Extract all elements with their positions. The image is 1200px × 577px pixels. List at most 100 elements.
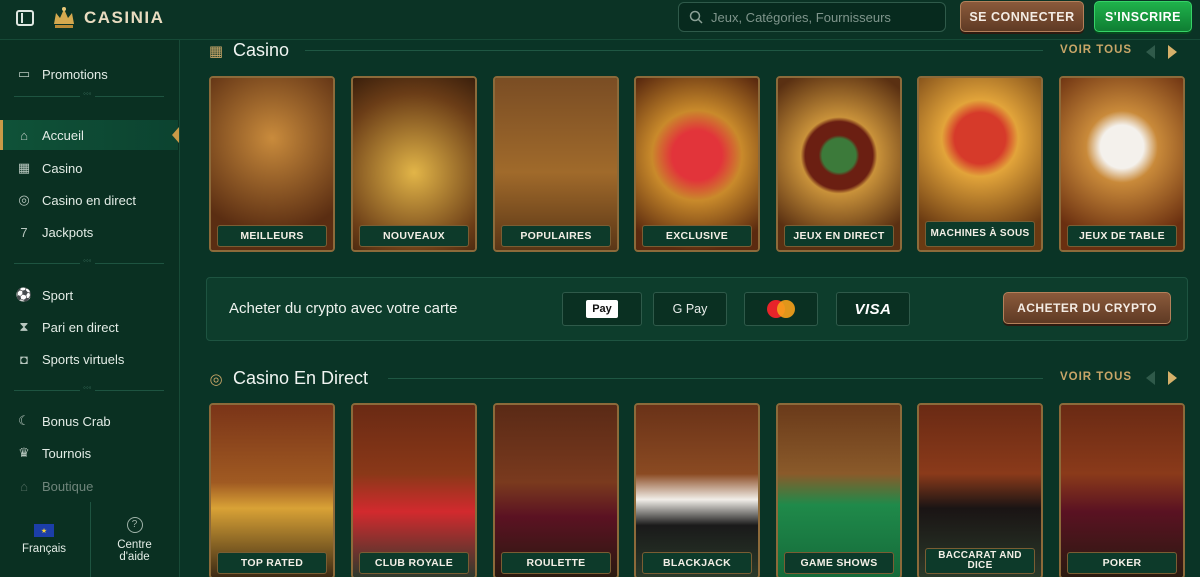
crypto-banner: Acheter du crypto avec votre carte Pay G… [206, 277, 1188, 341]
sidebar-item-bonus-crab[interactable]: ☾ Bonus Crab [0, 406, 178, 436]
sidebar-divider [14, 256, 164, 265]
sidebar-item-sport[interactable]: ⚽ Sport [0, 280, 178, 310]
live-casino-section-title: ◎ Casino En Direct [207, 368, 368, 389]
sidebar-item-jackpots[interactable]: 7 Jackpots [0, 217, 178, 247]
visa-option[interactable]: VISA [836, 292, 910, 326]
soccer-ball-icon: ⚽ [15, 287, 33, 302]
sidebar-item-label: Tournois [42, 445, 92, 461]
search-icon [689, 10, 703, 24]
language-selector[interactable]: ★ Français [0, 502, 88, 577]
sidebar-item-casino[interactable]: ▦ Casino [0, 153, 178, 183]
sidebar-item-label: Sports virtuels [42, 351, 125, 367]
live-card-game-shows[interactable]: GAME SHOWS [776, 403, 902, 577]
google-pay-option[interactable]: G Pay [653, 292, 727, 326]
card-label: BACCARAT AND DICE [925, 548, 1035, 574]
chip-icon: ◎ [209, 370, 223, 388]
sidebar-item-label: Pari en direct [42, 319, 119, 335]
live-card-roulette[interactable]: ROULETTE [493, 403, 619, 577]
sidebar-item-label: Boutique [42, 478, 94, 494]
google-pay-label: G Pay [672, 302, 708, 316]
shop-icon: ⌂ [20, 478, 28, 494]
ticket-icon: ▭ [17, 66, 31, 81]
chip-icon: ◎ [18, 192, 30, 207]
crown-logo-icon [54, 7, 74, 28]
sidebar-item-label: Accueil [42, 127, 84, 143]
casino-card-meilleurs[interactable]: MEILLEURS [209, 76, 335, 252]
apple-pay-option[interactable]: Pay [562, 292, 642, 326]
buy-crypto-button[interactable]: ACHETER DU CRYPTO [1003, 292, 1171, 324]
live-card-blackjack[interactable]: BLACKJACK [634, 403, 760, 577]
card-label: JEUX DE TABLE [1067, 225, 1177, 247]
live-card-club-royale[interactable]: CLUB ROYALE [351, 403, 477, 577]
sidebar-item-sports-virtuels[interactable]: ◘ Sports virtuels [0, 344, 178, 374]
section-divider [305, 50, 1043, 51]
help-center-link[interactable]: ? Centre d'aide [90, 502, 178, 577]
sidebar-item-label: Jackpots [42, 224, 94, 240]
section-title-text: Casino En Direct [233, 368, 369, 388]
casino-see-all-link[interactable]: VOIR TOUS [1060, 44, 1132, 56]
sidebar-footer: ★ Français ? Centre d'aide [0, 502, 178, 577]
help-icon: ? [126, 516, 143, 533]
mastercard-option[interactable] [744, 292, 818, 326]
casino-card-exclusive[interactable]: EXCLUSIVE [634, 76, 760, 252]
casino-icon: ▦ [208, 42, 224, 60]
casino-section-title: ▦ Casino [207, 40, 289, 61]
live-bet-icon: ⧗ [19, 319, 29, 334]
login-button[interactable]: SE CONNECTER [960, 1, 1084, 32]
casino-prev-icon[interactable] [1146, 45, 1155, 59]
sidebar-divider [14, 89, 164, 98]
card-label: NOUVEAUX [359, 225, 469, 247]
sidebar-item-pari-en-direct[interactable]: ⧗ Pari en direct [0, 312, 178, 342]
search-input[interactable] [711, 9, 931, 25]
card-label: TOP RATED [217, 552, 327, 574]
eu-flag-icon: ★ [34, 524, 54, 537]
sidebar-toggle-icon[interactable] [16, 10, 34, 26]
live-next-icon[interactable] [1168, 371, 1177, 385]
card-label: MEILLEURS [217, 225, 327, 247]
home-icon: ⌂ [20, 127, 28, 143]
language-label: Français [21, 543, 67, 555]
sidebar-item-label: Bonus Crab [42, 413, 111, 429]
card-label: EXCLUSIVE [642, 225, 752, 247]
card-label: JEUX EN DIRECT [784, 225, 894, 247]
section-title-text: Casino [233, 40, 290, 60]
search-bar[interactable] [678, 2, 946, 32]
sidebar-item-casino-en-direct[interactable]: ◎ Casino en direct [0, 185, 178, 215]
live-card-poker[interactable]: POKER [1059, 403, 1185, 577]
card-label: CLUB ROYALE [359, 552, 469, 574]
crab-icon: ☾ [18, 413, 30, 428]
sidebar-item-label: Sport [42, 287, 74, 303]
card-label: MACHINES À SOUS [925, 221, 1035, 247]
apple-pay-label: Pay [592, 303, 612, 315]
sidebar-item-label: Promotions [42, 66, 108, 82]
casinia-logo[interactable]: CASINIA [50, 4, 164, 32]
casino-card-jeux-de-table[interactable]: JEUX DE TABLE [1059, 76, 1185, 252]
card-label: ROULETTE [501, 552, 611, 574]
help-label: Centre d'aide [117, 538, 152, 563]
sidebar: ▭ Promotions ⌂ Accueil ▦ Casino ◎ Casino… [0, 40, 180, 577]
live-card-baccarat-and-dice[interactable]: BACCARAT AND DICE [917, 403, 1043, 577]
sidebar-item-label: Casino en direct [42, 192, 136, 208]
crypto-banner-text: Acheter du crypto avec votre carte [229, 300, 458, 317]
casino-card-populaires[interactable]: POPULAIRES [493, 76, 619, 252]
sidebar-item-accueil[interactable]: ⌂ Accueil [0, 120, 179, 150]
live-card-top-rated[interactable]: TOP RATED [209, 403, 335, 577]
casino-card-jeux-en-direct[interactable]: JEUX EN DIRECT [776, 76, 902, 252]
card-label: POPULAIRES [501, 225, 611, 247]
sidebar-item-promotions[interactable]: ▭ Promotions [0, 59, 178, 89]
casino-next-icon[interactable] [1168, 45, 1177, 59]
live-see-all-link[interactable]: VOIR TOUS [1060, 371, 1132, 383]
casino-card-nouveaux[interactable]: NOUVEAUX [351, 76, 477, 252]
casino-card-machines-a-sous[interactable]: MACHINES À SOUS [917, 76, 1043, 252]
section-divider [388, 378, 1043, 379]
gamepad-icon: ◘ [20, 351, 28, 367]
apple-pay-icon: Pay [586, 300, 618, 318]
mastercard-icon [767, 300, 795, 318]
sidebar-item-tournois[interactable]: ♛ Tournois [0, 438, 178, 468]
visa-label: VISA [854, 300, 892, 318]
sidebar-item-boutique[interactable]: ⌂ Boutique [0, 471, 178, 501]
live-prev-icon[interactable] [1146, 371, 1155, 385]
brand-name: CASINIA [84, 8, 165, 27]
card-label: BLACKJACK [642, 552, 752, 574]
signup-button[interactable]: S'INSCRIRE [1094, 1, 1192, 32]
